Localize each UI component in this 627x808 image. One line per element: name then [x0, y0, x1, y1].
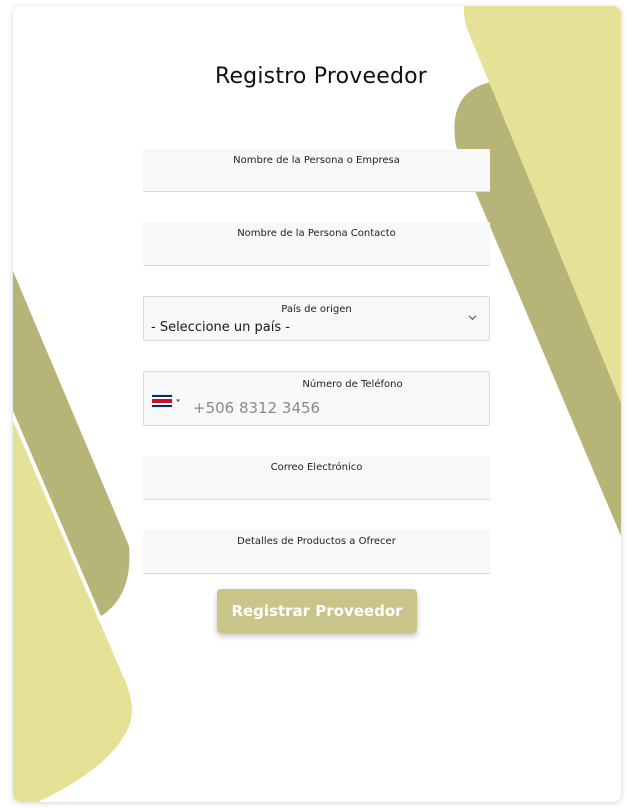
country-select[interactable]: País de origen - Seleccione un país -: [143, 296, 490, 341]
country-code-dropdown[interactable]: [151, 393, 184, 408]
contact-name-label: Nombre de la Persona Contacto: [237, 228, 396, 239]
costa-rica-flag-icon: [151, 394, 180, 408]
phone-input[interactable]: +506 8312 3456: [193, 399, 320, 417]
chevron-down-icon: [468, 315, 477, 321]
contact-name-field[interactable]: Nombre de la Persona Contacto: [143, 222, 490, 266]
company-name-field[interactable]: Nombre de la Persona o Empresa: [143, 149, 490, 192]
register-supplier-button[interactable]: Registrar Proveedor: [217, 589, 417, 633]
country-selected-value: - Seleccione un país -: [151, 320, 290, 335]
product-details-label: Detalles de Productos a Ofrecer: [237, 536, 396, 547]
page-title: Registro Proveedor: [214, 64, 428, 89]
product-details-field[interactable]: Detalles de Productos a Ofrecer: [143, 530, 490, 574]
company-name-label: Nombre de la Persona o Empresa: [233, 155, 400, 166]
email-field[interactable]: Correo Electrónico: [143, 456, 490, 500]
phone-label: Número de Teléfono: [302, 379, 403, 390]
phone-field[interactable]: Número de Teléfono +506 8312 3456: [143, 371, 490, 426]
registration-card: Registro Proveedor Nombre de la Persona …: [13, 6, 621, 802]
country-label: País de origen: [281, 304, 352, 315]
email-label: Correo Electrónico: [270, 462, 363, 473]
